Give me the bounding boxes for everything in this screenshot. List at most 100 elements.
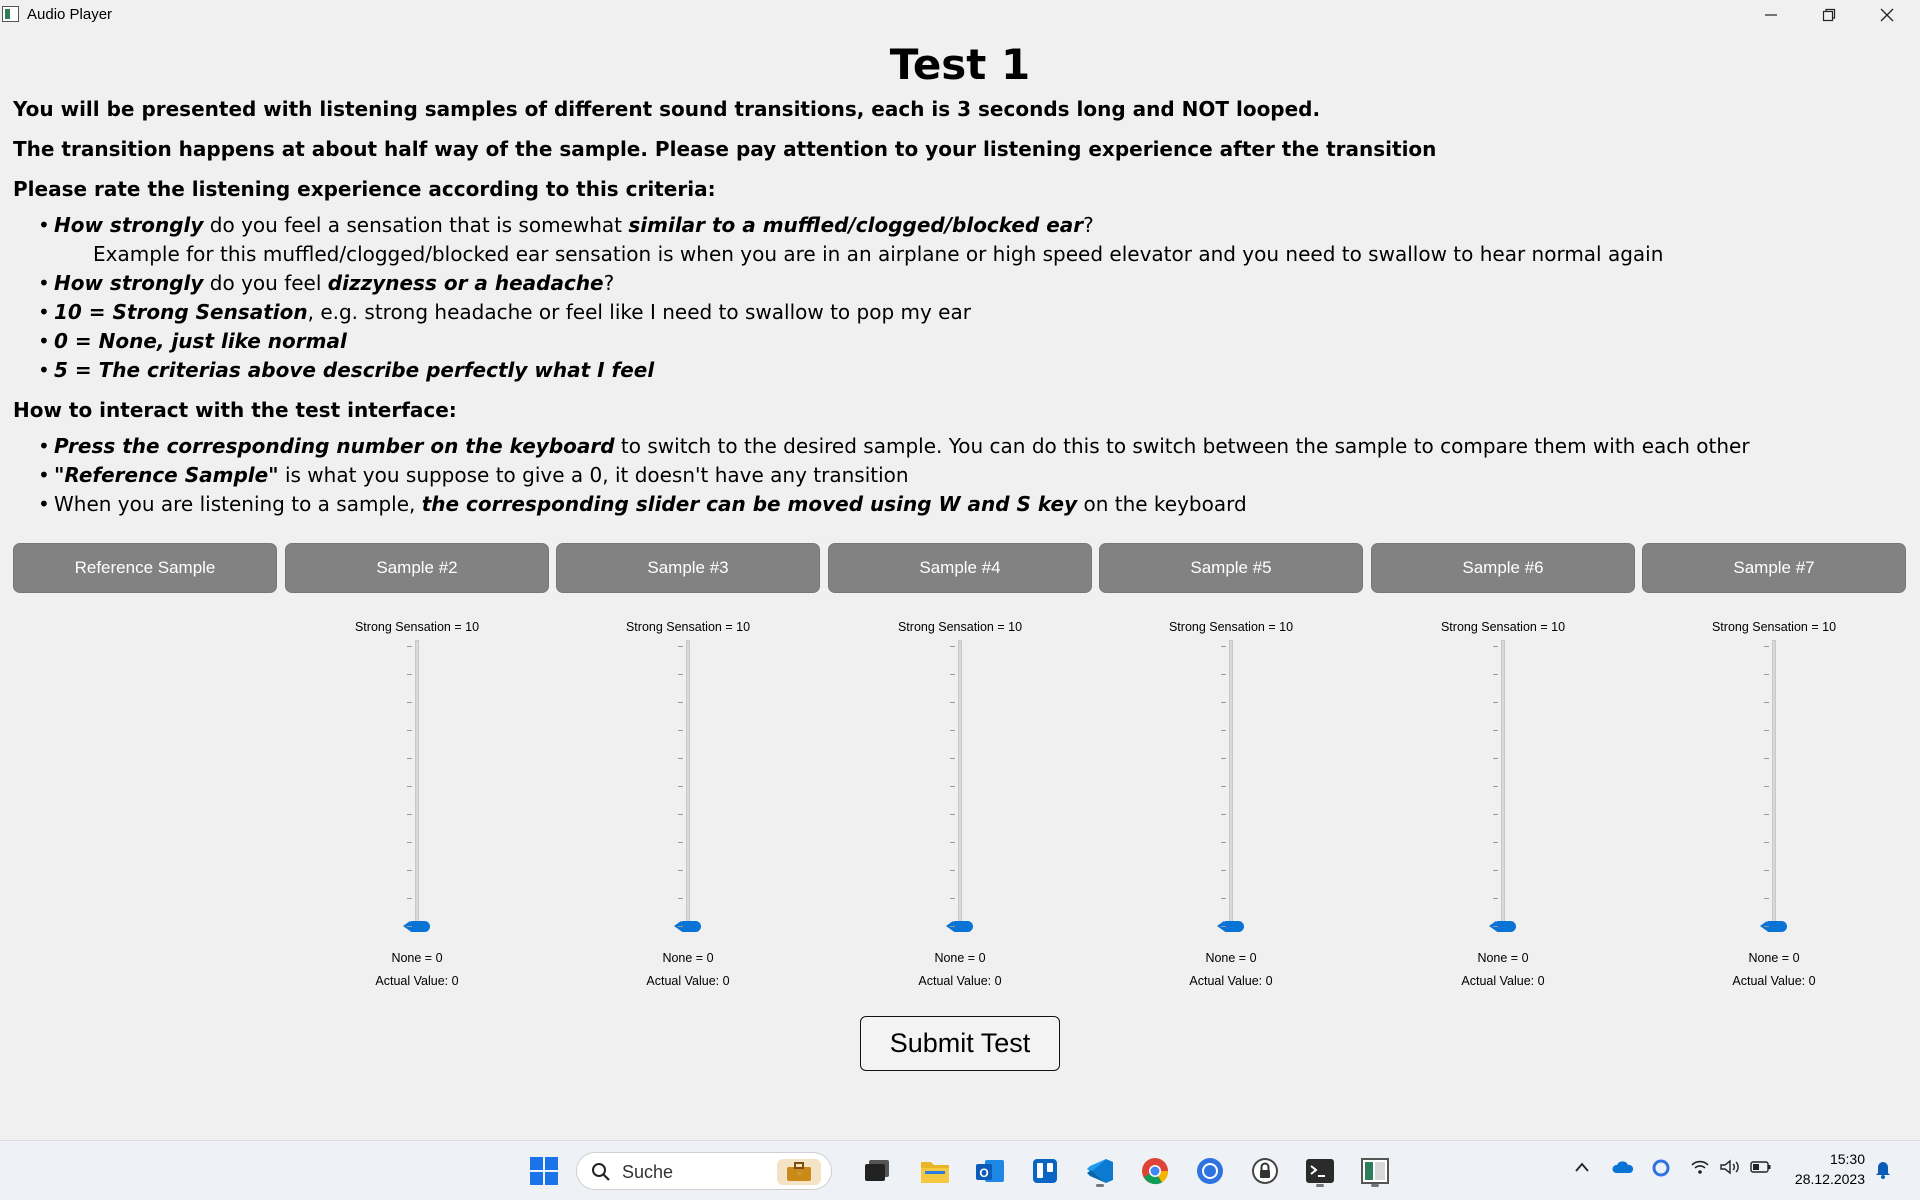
battery-icon[interactable] — [1750, 1159, 1772, 1178]
body-text: ? — [1083, 213, 1094, 237]
slider-tick — [950, 926, 955, 927]
interaction-bullet-2: • "Reference Sample" is what you suppose … — [38, 463, 909, 487]
bullet-dot: • — [38, 213, 50, 237]
title-bar: Audio Player — [0, 0, 1920, 29]
slider-track[interactable] — [1772, 640, 1776, 932]
slider-handle[interactable] — [403, 921, 430, 932]
slider-track[interactable] — [686, 640, 690, 932]
bullet-dot: • — [38, 434, 50, 458]
slider-handle[interactable] — [1760, 921, 1787, 932]
chrome-icon[interactable] — [1137, 1153, 1173, 1189]
taskbar-clock[interactable]: 15:30 28.12.2023 — [1795, 1149, 1865, 1189]
slider-tick — [1764, 646, 1769, 647]
sample-4-button[interactable]: Sample #4 — [828, 543, 1092, 593]
emphasis-text: "Reference Sample" — [54, 463, 279, 487]
windows-start-icon[interactable] — [526, 1153, 562, 1189]
interaction-bullet-3: • When you are listening to a sample, the… — [38, 492, 1247, 516]
slider-track[interactable] — [415, 640, 419, 932]
sample-5-button[interactable]: Sample #5 — [1099, 543, 1363, 593]
audio-player-app-icon[interactable] — [1357, 1153, 1393, 1189]
slider-tick — [407, 842, 412, 843]
slider-tick — [407, 786, 412, 787]
slider-tick — [1764, 842, 1769, 843]
emphasis-text: How strongly — [54, 213, 204, 237]
taskbar-search[interactable]: Suche — [576, 1152, 832, 1190]
slider-tick — [678, 702, 683, 703]
slider-handle[interactable] — [1489, 921, 1516, 932]
circle-app-icon[interactable] — [1192, 1153, 1228, 1189]
slider-column-sample-6: Strong Sensation = 10 None = 0 Actual Va… — [1371, 616, 1635, 996]
emphasis-text: 10 = Strong Sensation — [54, 300, 308, 324]
submit-test-button[interactable]: Submit Test — [860, 1016, 1060, 1071]
trello-icon[interactable] — [1027, 1153, 1063, 1189]
slider-tick — [678, 926, 683, 927]
chevron-up-icon[interactable] — [1574, 1159, 1590, 1178]
slider-tick — [1493, 926, 1498, 927]
restore-button[interactable] — [1800, 0, 1858, 29]
slider-tick — [1221, 646, 1226, 647]
slider-max-label: Strong Sensation = 10 — [897, 620, 1023, 634]
reference-sample-button[interactable]: Reference Sample — [13, 543, 277, 593]
onedrive-icon[interactable] — [1612, 1159, 1634, 1179]
clock-date: 28.12.2023 — [1794, 1171, 1865, 1187]
slider-min-label: None = 0 — [662, 951, 714, 965]
slider-handle[interactable] — [674, 921, 701, 932]
ring-app-icon[interactable] — [1652, 1159, 1670, 1181]
task-view-icon[interactable] — [859, 1153, 895, 1189]
file-explorer-icon[interactable] — [917, 1153, 953, 1189]
search-placeholder: Suche — [622, 1162, 674, 1182]
minimize-icon — [1765, 13, 1777, 16]
volume-icon[interactable] — [1719, 1159, 1741, 1179]
slider-handle[interactable] — [1217, 921, 1244, 932]
slider-tick — [1221, 758, 1226, 759]
slider-track[interactable] — [958, 640, 962, 932]
slider-tick — [678, 730, 683, 731]
vscode-icon[interactable] — [1082, 1153, 1118, 1189]
body-text: When you are listening to a sample, — [54, 492, 422, 516]
bullet-dot: • — [38, 492, 50, 516]
close-button[interactable] — [1858, 0, 1916, 29]
slider-tick — [678, 786, 683, 787]
sample-7-button[interactable]: Sample #7 — [1642, 543, 1906, 593]
slider-tick — [1221, 814, 1226, 815]
slider-tick — [1493, 842, 1498, 843]
slider-tick — [950, 646, 955, 647]
body-text: , e.g. strong headache or feel like I ne… — [307, 300, 971, 324]
bullet-dot: • — [38, 300, 50, 324]
slider-handle[interactable] — [946, 921, 973, 932]
slider-tick — [1764, 674, 1769, 675]
criteria-bullet-5: • 5 = The criterias above describe perfec… — [38, 358, 654, 382]
slider-tick — [950, 730, 955, 731]
slider-min-label: None = 0 — [1748, 951, 1800, 965]
criteria-title: Please rate the listening experience acc… — [13, 177, 716, 201]
sample-6-button[interactable]: Sample #6 — [1371, 543, 1635, 593]
app-icon — [2, 6, 19, 22]
slider-tick — [407, 646, 412, 647]
sample-3-button[interactable]: Sample #3 — [556, 543, 820, 593]
window-title: Audio Player — [27, 6, 113, 23]
slider-tick — [678, 646, 683, 647]
intro-line-1: You will be presented with listening sam… — [13, 97, 1321, 121]
terminal-icon[interactable] — [1302, 1153, 1338, 1189]
bullet-dot: • — [38, 463, 50, 487]
slider-min-label: None = 0 — [1477, 951, 1529, 965]
slider-tick — [678, 870, 683, 871]
wifi-icon[interactable] — [1690, 1159, 1710, 1179]
outlook-icon[interactable]: O — [972, 1153, 1008, 1189]
slider-tick — [1764, 814, 1769, 815]
minimize-button[interactable] — [1742, 0, 1800, 29]
slider-tick — [678, 674, 683, 675]
briefcase-icon — [777, 1159, 821, 1185]
notification-bell-icon[interactable] — [1874, 1159, 1892, 1183]
lock-app-icon[interactable] — [1247, 1153, 1283, 1189]
slider-actual-value: Actual Value: 0 — [1189, 974, 1273, 988]
slider-tick — [407, 702, 412, 703]
slider-min-label: None = 0 — [934, 951, 986, 965]
sample-2-button[interactable]: Sample #2 — [285, 543, 549, 593]
slider-tick — [1221, 786, 1226, 787]
running-indicator — [1316, 1184, 1324, 1187]
search-icon — [592, 1163, 610, 1181]
bullet-dot: • — [38, 358, 50, 382]
slider-track[interactable] — [1501, 640, 1505, 932]
slider-track[interactable] — [1229, 640, 1233, 932]
